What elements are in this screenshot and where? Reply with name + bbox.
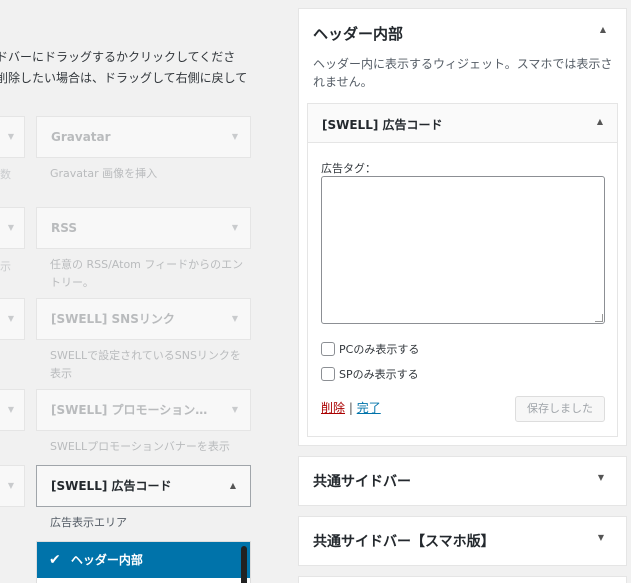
widget-stub-left[interactable]: ▼	[0, 389, 25, 431]
widget-gravatar[interactable]: Gravatar ▼	[36, 116, 251, 158]
chevron-down-icon: ▼	[231, 223, 238, 232]
widget-stub-left[interactable]: ▼	[0, 298, 25, 340]
ad-tag-label: 広告タグ：	[321, 162, 376, 175]
ad-tag-textarea[interactable]	[321, 176, 605, 324]
sp-only-checkbox[interactable]	[321, 367, 335, 381]
widget-stub-left[interactable]: ▼	[0, 465, 25, 507]
sidebar-common[interactable]: 共通サイドバー ▼	[298, 456, 627, 506]
sidebar-description: ヘッダー内に表示するウィジェット。スマホでは表示されません。	[313, 57, 613, 89]
widget-rss[interactable]: RSS ▼	[36, 207, 251, 249]
chevron-down-icon: ▼	[7, 481, 14, 490]
widgets-screen: ドバーにドラッグするかクリックしてくださ 削除したい場合は、ドラッグして右側に戻…	[0, 0, 631, 583]
sidebar-common-mobile[interactable]: 共通サイドバー【スマホ版】 ▼	[298, 516, 627, 566]
widget-stub-desc: 示	[0, 260, 11, 273]
done-link[interactable]: 完了	[357, 401, 381, 415]
chevron-down-icon: ▼	[7, 132, 14, 141]
checkmark-icon: ✔	[49, 552, 61, 568]
link-separator: |	[348, 401, 353, 415]
sp-only-checkbox-row[interactable]: SPのみ表示する	[321, 366, 419, 382]
widget-stub-left[interactable]: ▼	[0, 207, 25, 249]
chevron-down-icon[interactable]: ▼	[598, 473, 604, 482]
widget-swell-ad-code[interactable]: [SWELL] 広告コード ▲	[36, 465, 251, 507]
widget-ad-code-expanded: [SWELL] 広告コード ▲ 広告タグ： PCのみ表示する SPのみ表示する …	[307, 103, 618, 437]
widget-header[interactable]: [SWELL] 広告コード ▲	[308, 104, 617, 143]
widget-swell-promotion[interactable]: [SWELL] プロモーション… ▼	[36, 389, 251, 431]
widget-stub-desc: 数	[0, 168, 11, 181]
widget-stub-left[interactable]: ▼	[0, 116, 25, 158]
widget-swell-sns[interactable]: [SWELL] SNSリンク ▼	[36, 298, 251, 340]
chevron-up-icon[interactable]: ▲	[600, 25, 606, 34]
pc-only-checkbox[interactable]	[321, 342, 335, 356]
widget-title: [SWELL] 広告コード	[322, 118, 443, 132]
sidebar-title: 共通サイドバー	[313, 474, 411, 490]
widget-desc: 任意の RSS/Atom フィードからのエントリー。	[50, 258, 244, 289]
widget-desc: Gravatar 画像を挿入	[50, 167, 158, 180]
chevron-down-icon: ▼	[231, 405, 238, 414]
chevron-down-icon: ▼	[7, 314, 14, 323]
ad-area-chooser[interactable]: ✔ ヘッダー内部	[36, 541, 251, 583]
saved-button[interactable]: 保存しました	[515, 396, 605, 422]
chevron-down-icon: ▼	[231, 314, 238, 323]
widget-desc: SWELLで設定されているSNSリンクを表示	[50, 349, 241, 380]
scrollbar[interactable]	[241, 546, 247, 583]
chevron-down-icon: ▼	[7, 223, 14, 232]
sidebar-title[interactable]: ヘッダー内部	[313, 23, 403, 44]
chevron-down-icon: ▼	[7, 405, 14, 414]
widget-desc: SWELLプロモーションバナーを表示	[50, 440, 230, 453]
chevron-up-icon[interactable]: ▲	[597, 117, 603, 126]
ad-area-option-header-inner[interactable]: ✔ ヘッダー内部	[37, 542, 250, 578]
chevron-down-icon[interactable]: ▼	[598, 533, 604, 542]
sidebar-header-inner: ヘッダー内部 ▲ ヘッダー内に表示するウィジェット。スマホでは表示されません。 …	[298, 8, 627, 446]
sidebar-title: 共通サイドバー【スマホ版】	[313, 534, 495, 550]
available-widgets-instructions: ドバーにドラッグするかクリックしてくださ 削除したい場合は、ドラッグして右側に戻…	[0, 50, 248, 85]
chevron-up-icon[interactable]: ▲	[230, 466, 236, 506]
ad-area-label: 広告表示エリア	[50, 516, 127, 529]
pc-only-checkbox-row[interactable]: PCのみ表示する	[321, 341, 419, 357]
sidebar-next[interactable]	[298, 576, 627, 583]
resize-handle-icon[interactable]	[595, 314, 603, 322]
chevron-down-icon: ▼	[231, 132, 238, 141]
delete-link[interactable]: 削除	[321, 401, 345, 415]
widget-actions: 削除 | 完了	[321, 399, 381, 416]
